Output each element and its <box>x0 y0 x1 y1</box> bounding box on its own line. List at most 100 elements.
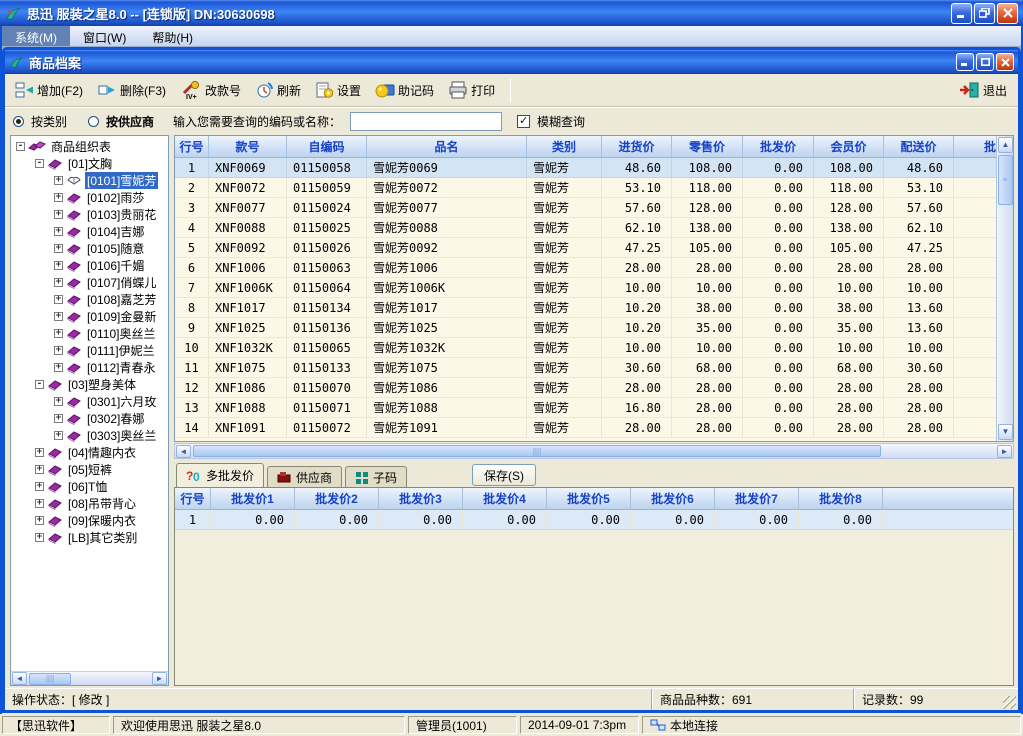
tree-hscrollbar[interactable]: ◄ |||| ► <box>11 671 168 685</box>
price-column-header[interactable]: 批发价6 <box>631 488 715 509</box>
child-minimize-button[interactable] <box>956 53 974 71</box>
tree-item[interactable]: +[0302]春娜 <box>11 410 168 427</box>
expand-icon[interactable]: + <box>35 448 44 457</box>
tab-multi-wholesale[interactable]: ?0 多批发价 <box>176 463 264 487</box>
search-input[interactable] <box>350 112 502 131</box>
scroll-down-icon[interactable]: ▼ <box>998 424 1013 440</box>
scroll-left-icon[interactable]: ◄ <box>12 672 27 685</box>
price-table-row[interactable]: 10.000.000.000.000.000.000.000.00 <box>175 510 1013 530</box>
table-row[interactable]: 8XNF101701150134雪妮芳1017雪妮芳10.2038.000.00… <box>175 298 1013 318</box>
table-row[interactable]: 6XNF100601150063雪妮芳1006雪妮芳28.0028.000.00… <box>175 258 1013 278</box>
tree-item[interactable]: +[0109]金曼新 <box>11 308 168 325</box>
table-row[interactable]: 11XNF107501150133雪妮芳1075雪妮芳30.6068.000.0… <box>175 358 1013 378</box>
column-header[interactable]: 批发价 <box>743 136 814 157</box>
tree-item[interactable]: +[0105]随意 <box>11 240 168 257</box>
scroll-left-icon[interactable]: ◄ <box>176 445 191 458</box>
expand-icon[interactable]: + <box>54 329 63 338</box>
tree-hscroll-thumb[interactable]: |||| <box>29 673 71 685</box>
save-button[interactable]: 保存(S) <box>472 464 536 486</box>
collapse-icon[interactable]: - <box>16 142 25 151</box>
table-row[interactable]: 9XNF102501150136雪妮芳1025雪妮芳10.2035.000.00… <box>175 318 1013 338</box>
expand-icon[interactable]: + <box>54 193 63 202</box>
scroll-right-icon[interactable]: ► <box>152 672 167 685</box>
table-row[interactable]: 4XNF008801150025雪妮芳0088雪妮芳62.10138.000.0… <box>175 218 1013 238</box>
price-column-header[interactable]: 批发价1 <box>211 488 295 509</box>
expand-icon[interactable]: + <box>54 278 63 287</box>
column-header[interactable]: 进货价 <box>602 136 672 157</box>
expand-icon[interactable]: + <box>35 482 44 491</box>
price-column-header[interactable]: 批发价2 <box>295 488 379 509</box>
table-vscrollbar[interactable]: ▲ ≡ ▼ <box>996 136 1013 441</box>
hscroll-thumb[interactable]: |||| <box>193 445 881 457</box>
tree-item[interactable]: +[05]短裤 <box>11 461 168 478</box>
expand-icon[interactable]: + <box>54 346 63 355</box>
tree-item[interactable]: +[0102]雨莎 <box>11 189 168 206</box>
expand-icon[interactable]: + <box>54 227 63 236</box>
menu-help[interactable]: 帮助(H) <box>139 26 206 46</box>
restore-button[interactable] <box>974 3 995 24</box>
tree-item[interactable]: +[0303]奥丝兰 <box>11 427 168 444</box>
exit-button[interactable]: 退出 <box>953 77 1014 103</box>
menu-window[interactable]: 窗口(W) <box>70 26 139 46</box>
expand-icon[interactable]: + <box>54 312 63 321</box>
tree-item[interactable]: +[06]T恤 <box>11 478 168 495</box>
expand-icon[interactable]: + <box>54 210 63 219</box>
radio-by-supplier[interactable] <box>88 116 99 127</box>
expand-icon[interactable]: + <box>54 431 63 440</box>
expand-icon[interactable]: + <box>54 176 63 185</box>
expand-icon[interactable]: + <box>54 295 63 304</box>
price-column-header[interactable]: 批发价3 <box>379 488 463 509</box>
tree-item[interactable]: +[0301]六月玫 <box>11 393 168 410</box>
tree-item[interactable]: +[LB]其它类别 <box>11 529 168 546</box>
scroll-up-icon[interactable]: ▲ <box>998 137 1013 153</box>
tab-subcode[interactable]: 子码 <box>345 466 407 487</box>
fuzzy-checkbox[interactable]: ✓ <box>517 115 530 128</box>
refresh-button[interactable]: 刷新 <box>250 77 308 103</box>
tree-item[interactable]: +[0110]奥丝兰 <box>11 325 168 342</box>
menu-system[interactable]: 系统(M) <box>2 26 70 46</box>
column-header[interactable]: 配送价 <box>884 136 954 157</box>
column-header[interactable]: 款号 <box>209 136 287 157</box>
table-row[interactable]: 10XNF1032K01150065雪妮芳1032K雪妮芳10.0010.000… <box>175 338 1013 358</box>
tree-item[interactable]: +[04]情趣内衣 <box>11 444 168 461</box>
price-column-header[interactable]: 批发价5 <box>547 488 631 509</box>
expand-icon[interactable]: + <box>54 244 63 253</box>
settings-button[interactable]: 设置 <box>310 77 368 103</box>
price-column-header[interactable]: 批发价8 <box>799 488 883 509</box>
tree-item[interactable]: +[08]吊带背心 <box>11 495 168 512</box>
close-button[interactable] <box>997 3 1018 24</box>
table-row[interactable]: 2XNF007201150059雪妮芳0072雪妮芳53.10118.000.0… <box>175 178 1013 198</box>
tree-item[interactable]: -商品组织表 <box>11 138 168 155</box>
expand-icon[interactable]: + <box>35 499 44 508</box>
table-row[interactable]: 1XNF006901150058雪妮芳0069雪妮芳48.60108.000.0… <box>175 158 1013 178</box>
tab-supplier[interactable]: 供应商 <box>267 466 342 487</box>
table-row[interactable]: 13XNF108801150071雪妮芳1088雪妮芳16.8028.000.0… <box>175 398 1013 418</box>
price-column-header[interactable]: 行号 <box>175 488 211 509</box>
tree-item[interactable]: +[0103]贵丽花 <box>11 206 168 223</box>
column-header[interactable]: 零售价 <box>672 136 743 157</box>
column-header[interactable]: 行号 <box>175 136 209 157</box>
column-header[interactable]: 类别 <box>527 136 602 157</box>
tree-item[interactable]: +[09]保暖内衣 <box>11 512 168 529</box>
column-header[interactable]: 品名 <box>367 136 527 157</box>
expand-icon[interactable]: + <box>54 363 63 372</box>
tree-item[interactable]: -[03]塑身美体 <box>11 376 168 393</box>
tree-item[interactable]: -[01]文胸 <box>11 155 168 172</box>
table-row[interactable]: 7XNF1006K01150064雪妮芳1006K雪妮芳10.0010.000.… <box>175 278 1013 298</box>
tree-item[interactable]: +[0104]吉娜 <box>11 223 168 240</box>
column-header[interactable]: 会员价 <box>814 136 884 157</box>
expand-icon[interactable]: + <box>35 465 44 474</box>
tree-item[interactable]: +[0107]俏蝶儿 <box>11 274 168 291</box>
print-button[interactable]: 打印 <box>443 77 502 103</box>
tree-item[interactable]: +[0101]雪妮芳 <box>11 172 168 189</box>
child-maximize-button[interactable] <box>976 53 994 71</box>
minimize-button[interactable] <box>951 3 972 24</box>
collapse-icon[interactable]: - <box>35 380 44 389</box>
table-row[interactable]: 3XNF007701150024雪妮芳0077雪妮芳57.60128.000.0… <box>175 198 1013 218</box>
table-row[interactable]: 12XNF108601150070雪妮芳1086雪妮芳28.0028.000.0… <box>175 378 1013 398</box>
column-header[interactable]: 自编码 <box>287 136 367 157</box>
table-row[interactable]: 5XNF009201150026雪妮芳0092雪妮芳47.25105.000.0… <box>175 238 1013 258</box>
table-row[interactable]: 14XNF109101150072雪妮芳1091雪妮芳28.0028.000.0… <box>175 418 1013 438</box>
column-header-partial[interactable]: 批 <box>954 136 996 157</box>
expand-icon[interactable]: + <box>54 397 63 406</box>
